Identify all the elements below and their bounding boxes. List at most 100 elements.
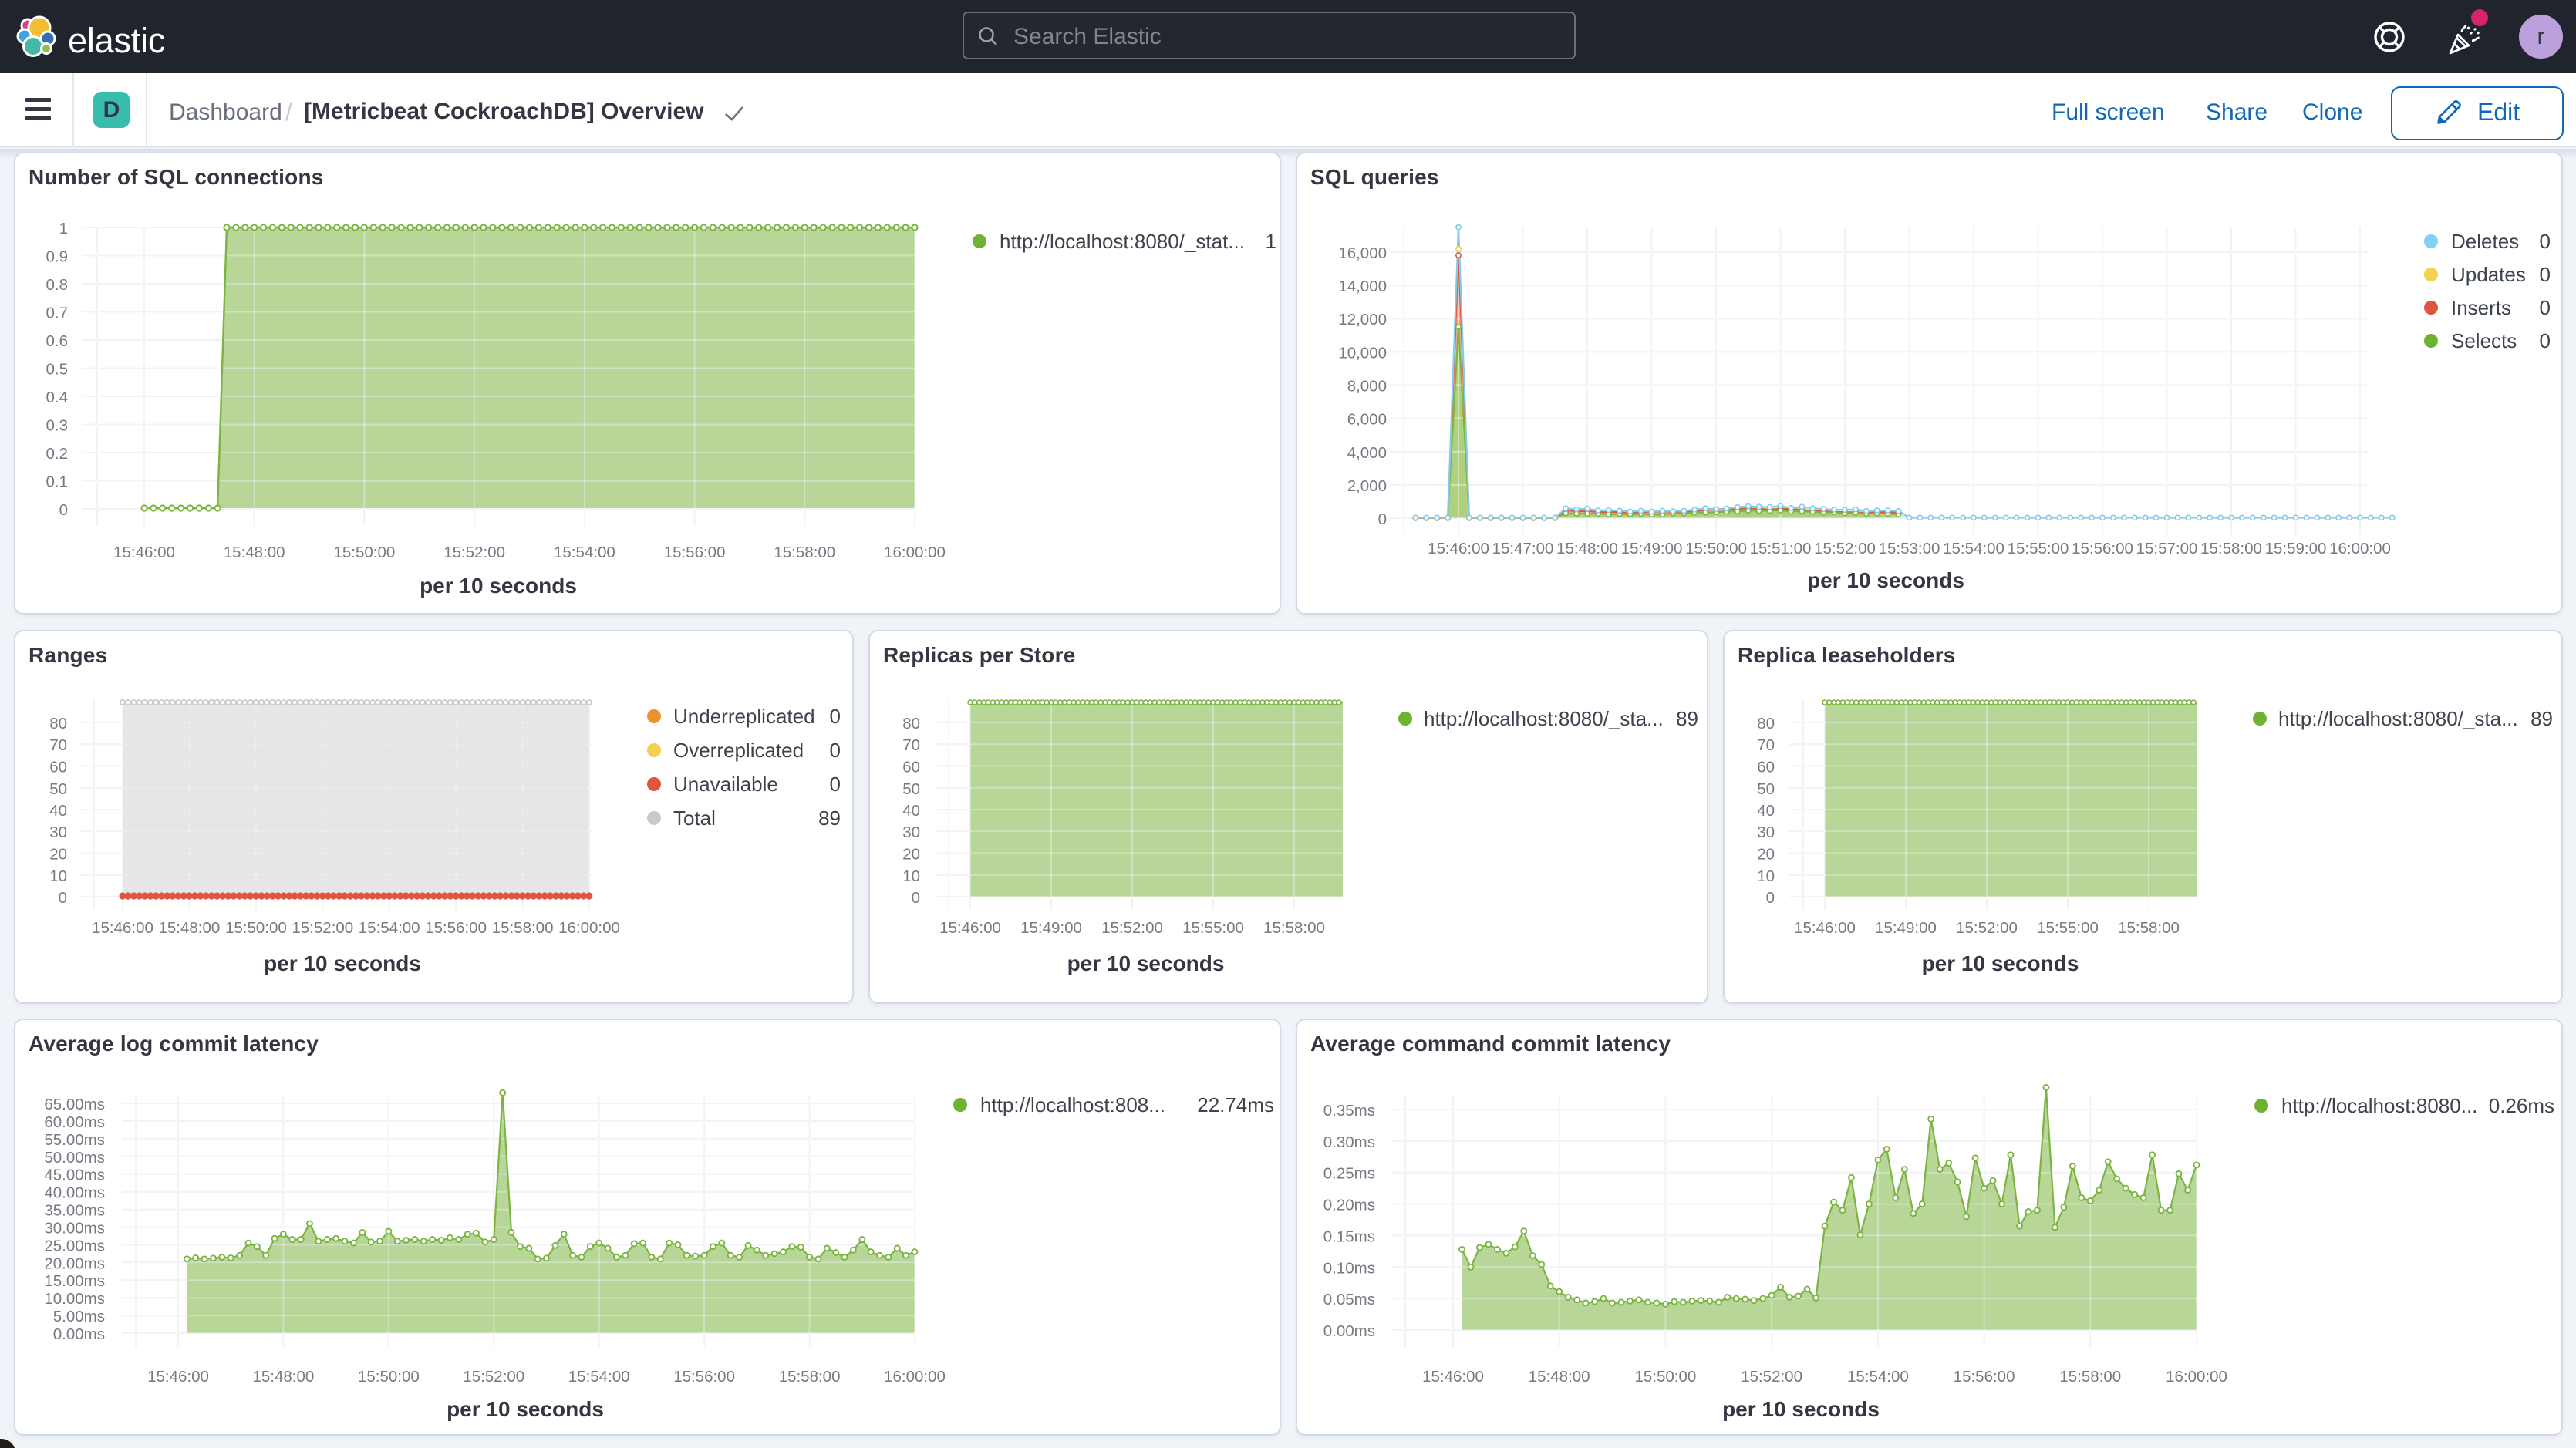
svg-text:15:56:00: 15:56:00 [2072,540,2133,557]
svg-text:0: 0 [2540,230,2551,253]
svg-text:0.7: 0.7 [46,305,69,322]
svg-text:15:50:00: 15:50:00 [225,919,287,937]
svg-text:80: 80 [1757,715,1775,732]
svg-text:15:48:00: 15:48:00 [1529,1368,1590,1386]
svg-text:15:49:00: 15:49:00 [1875,919,1937,937]
svg-text:80: 80 [49,715,67,732]
svg-text:16:00:00: 16:00:00 [2166,1368,2227,1386]
svg-text:15:46:00: 15:46:00 [1422,1368,1484,1386]
svg-text:15:54:00: 15:54:00 [1943,540,2004,557]
svg-text:10: 10 [1757,867,1775,885]
svg-text:20.00ms: 20.00ms [44,1254,105,1272]
svg-text:15:52:00: 15:52:00 [1741,1368,1802,1386]
svg-text:0.20ms: 0.20ms [1323,1197,1375,1214]
svg-text:15:51:00: 15:51:00 [1750,540,1812,557]
svg-text:per 10 seconds: per 10 seconds [1922,951,2079,975]
svg-text:50: 50 [49,780,67,798]
svg-text:Total: Total [673,807,716,830]
svg-text:15:49:00: 15:49:00 [1621,540,1683,557]
svg-text:50.00ms: 50.00ms [44,1149,105,1167]
svg-text:65.00ms: 65.00ms [44,1096,105,1113]
svg-text:16,000: 16,000 [1338,244,1387,262]
svg-text:45.00ms: 45.00ms [44,1167,105,1184]
svg-text:25.00ms: 25.00ms [44,1237,105,1254]
svg-text:0.26ms: 0.26ms [2489,1094,2554,1117]
svg-text:15:46:00: 15:46:00 [147,1368,209,1386]
svg-text:40: 40 [49,802,67,820]
svg-text:12,000: 12,000 [1338,311,1387,328]
svg-text:15:57:00: 15:57:00 [2136,540,2198,557]
svg-text:1: 1 [1266,230,1276,253]
svg-text:Overreplicated: Overreplicated [673,739,804,762]
svg-text:16:00:00: 16:00:00 [884,1368,946,1386]
svg-text:Selects: Selects [2451,329,2517,352]
svg-text:89: 89 [818,807,841,830]
svg-text:0.00ms: 0.00ms [1323,1322,1375,1340]
svg-text:15:52:00: 15:52:00 [1956,919,2018,937]
svg-text:15:56:00: 15:56:00 [425,919,487,937]
svg-text:0: 0 [830,739,841,762]
svg-text:6,000: 6,000 [1347,411,1387,429]
svg-text:15:46:00: 15:46:00 [939,919,1001,937]
svg-text:15:58:00: 15:58:00 [2059,1368,2121,1386]
svg-text:8,000: 8,000 [1347,378,1387,396]
svg-text:2,000: 2,000 [1347,477,1387,495]
svg-text:15:46:00: 15:46:00 [92,919,153,937]
svg-text:15:59:00: 15:59:00 [2265,540,2327,557]
svg-text:0.35ms: 0.35ms [1323,1102,1375,1120]
svg-text:0.2: 0.2 [46,445,69,463]
svg-text:Updates: Updates [2451,263,2526,286]
svg-text:http://localhost:8080/_stat...: http://localhost:8080/_stat... [1000,230,1245,253]
svg-text:15:56:00: 15:56:00 [1954,1368,2015,1386]
svg-text:http://localhost:808...: http://localhost:808... [980,1093,1165,1116]
svg-text:15:50:00: 15:50:00 [1685,540,1747,557]
svg-text:http://localhost:8080/_sta...: http://localhost:8080/_sta... [2278,707,2518,730]
svg-text:15:55:00: 15:55:00 [2008,540,2069,557]
svg-text:15:58:00: 15:58:00 [774,544,835,561]
svg-text:30: 30 [1757,823,1775,841]
svg-text:4,000: 4,000 [1347,444,1387,462]
svg-text:15:55:00: 15:55:00 [2037,919,2099,937]
svg-text:15:52:00: 15:52:00 [1814,540,1876,557]
svg-text:70: 70 [49,736,67,754]
svg-text:20: 20 [902,846,920,864]
svg-text:0: 0 [59,501,68,519]
svg-text:15:46:00: 15:46:00 [113,544,175,561]
svg-text:40: 40 [1757,802,1775,820]
svg-text:15:52:00: 15:52:00 [1101,919,1163,937]
svg-text:60: 60 [902,759,920,776]
svg-text:0: 0 [1378,510,1387,528]
svg-text:0: 0 [912,889,920,907]
svg-text:0.5: 0.5 [46,361,69,379]
svg-text:per 10 seconds: per 10 seconds [1807,568,1964,592]
svg-text:1: 1 [59,220,68,237]
svg-text:15:46:00: 15:46:00 [1794,919,1856,937]
svg-text:per 10 seconds: per 10 seconds [1722,1397,1880,1421]
svg-text:15:56:00: 15:56:00 [673,1368,735,1386]
svg-text:30: 30 [902,823,920,841]
svg-text:22.74ms: 22.74ms [1197,1093,1274,1116]
svg-text:10,000: 10,000 [1338,344,1387,362]
svg-text:0: 0 [59,889,67,907]
svg-text:15:50:00: 15:50:00 [1634,1368,1696,1386]
svg-text:0.1: 0.1 [46,473,69,491]
svg-text:per 10 seconds: per 10 seconds [420,574,577,598]
svg-text:50: 50 [1757,780,1775,798]
svg-text:16:00:00: 16:00:00 [558,919,620,937]
svg-text:15:48:00: 15:48:00 [1556,540,1618,557]
svg-text:20: 20 [49,846,67,864]
svg-text:15:58:00: 15:58:00 [492,919,554,937]
svg-text:0.3: 0.3 [46,417,69,435]
svg-text:Deletes: Deletes [2451,230,2519,253]
svg-text:0: 0 [830,705,841,728]
svg-text:70: 70 [1757,736,1775,754]
svg-text:0: 0 [830,773,841,796]
svg-text:0: 0 [1766,889,1775,907]
svg-text:Underreplicated: Underreplicated [673,705,815,728]
svg-text:89: 89 [2530,707,2553,730]
svg-text:40.00ms: 40.00ms [44,1184,105,1202]
svg-text:15:54:00: 15:54:00 [568,1368,630,1386]
svg-text:15:52:00: 15:52:00 [292,919,353,937]
svg-text:10: 10 [49,867,67,885]
svg-text:30: 30 [49,823,67,841]
